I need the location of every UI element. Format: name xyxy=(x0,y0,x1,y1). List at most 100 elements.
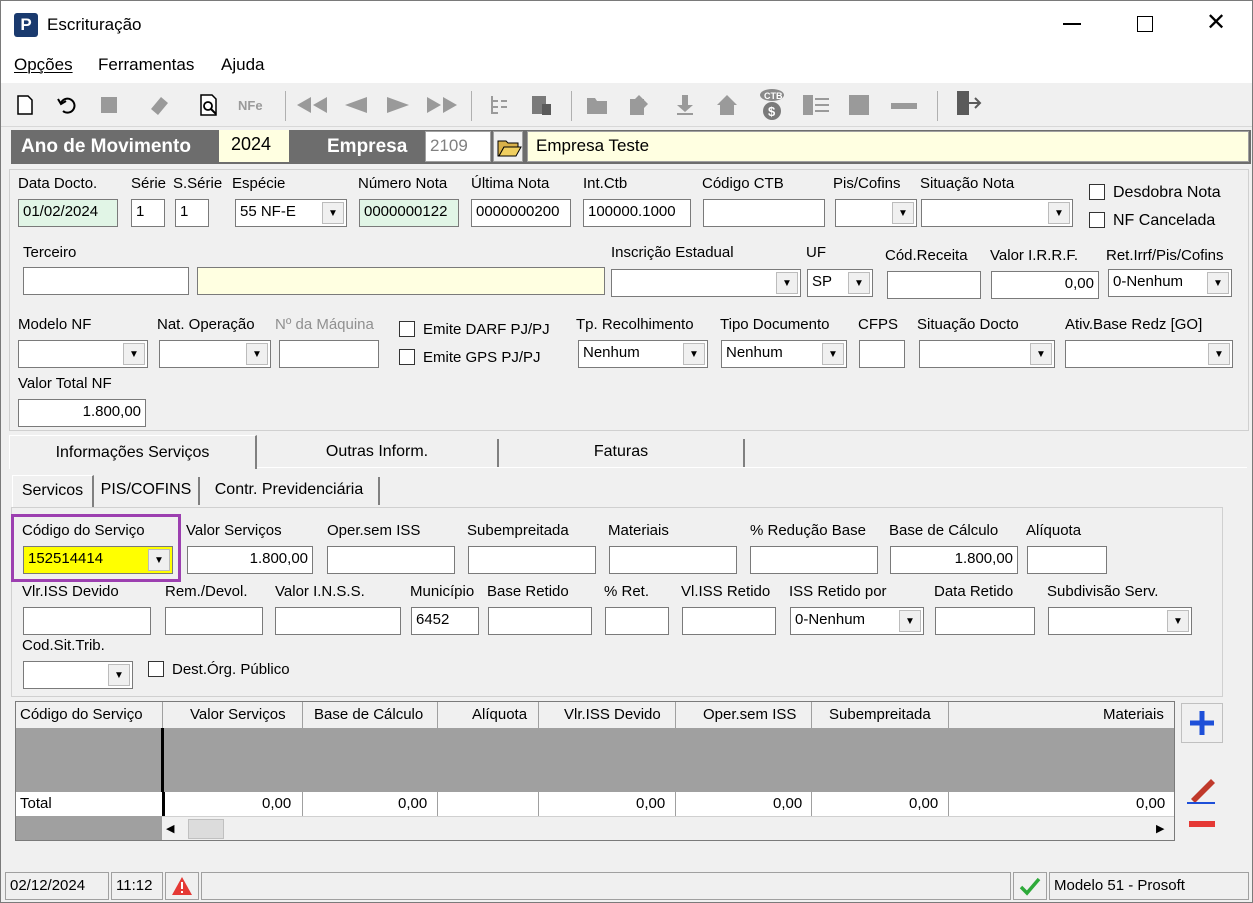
valor-irrf-field[interactable]: 0,00 xyxy=(991,271,1099,299)
cfps-field[interactable] xyxy=(859,340,905,368)
data-retido-field[interactable] xyxy=(935,607,1035,635)
minus-bar-icon[interactable] xyxy=(889,93,919,117)
terceiro-code-field[interactable] xyxy=(23,267,189,295)
pis-cofins-select[interactable]: ▼ xyxy=(835,199,917,227)
chevron-down-icon[interactable]: ▼ xyxy=(1030,343,1052,365)
dest-org-checkbox[interactable] xyxy=(148,661,164,677)
previous-record-icon[interactable] xyxy=(341,93,371,117)
vlr-iss-devido-field[interactable] xyxy=(23,607,151,635)
chevron-down-icon[interactable]: ▼ xyxy=(1208,343,1230,365)
stop-icon[interactable] xyxy=(97,93,121,117)
maximize-button[interactable] xyxy=(1137,16,1153,32)
print-preview-icon[interactable] xyxy=(197,93,221,117)
nat-operacao-select[interactable]: ▼ xyxy=(159,340,271,368)
codigo-servico-select[interactable]: 152514414 ▼ xyxy=(23,546,173,574)
municipio-field[interactable]: 6452 xyxy=(411,607,479,635)
chevron-down-icon[interactable]: ▼ xyxy=(1167,610,1189,632)
grid-col-base-calculo[interactable]: Base de Cálculo xyxy=(314,706,423,723)
ret-irrf-select[interactable]: 0-Nenhum ▼ xyxy=(1108,269,1232,297)
grid-col-materiais[interactable]: Materiais xyxy=(1103,706,1164,723)
oper-sem-iss-field[interactable] xyxy=(327,546,455,574)
data-docto-field[interactable]: 01/02/2024 xyxy=(18,199,118,227)
download-icon[interactable] xyxy=(673,93,697,117)
exit-door-icon[interactable] xyxy=(953,89,983,119)
servicos-grid[interactable]: Código do Serviço Valor Serviços Base de… xyxy=(15,701,1175,841)
chevron-down-icon[interactable]: ▼ xyxy=(899,610,921,632)
first-record-icon[interactable] xyxy=(295,93,329,117)
valor-inss-field[interactable] xyxy=(275,607,401,635)
close-button[interactable]: ✕ xyxy=(1206,11,1226,35)
grid-col-oper-sem-iss[interactable]: Oper.sem ISS xyxy=(703,706,796,723)
situacao-docto-select[interactable]: ▼ xyxy=(919,340,1055,368)
grid-col-codigo-servico[interactable]: Código do Serviço xyxy=(20,706,143,723)
desdobra-checkbox[interactable] xyxy=(1089,184,1105,200)
menu-ferramentas[interactable]: Ferramentas xyxy=(98,55,194,75)
especie-select[interactable]: 55 NF-E ▼ xyxy=(235,199,347,227)
subempreitada-field[interactable] xyxy=(468,546,596,574)
chevron-down-icon[interactable]: ▼ xyxy=(1207,272,1229,294)
scroll-thumb[interactable] xyxy=(188,819,224,839)
grid-col-aliquota[interactable]: Alíquota xyxy=(472,706,527,723)
aliquota-field[interactable] xyxy=(1027,546,1107,574)
edit-row-button[interactable] xyxy=(1181,771,1223,807)
last-record-icon[interactable] xyxy=(425,93,459,117)
grid-col-subempreitada[interactable]: Subempreitada xyxy=(829,706,931,723)
folder-icon[interactable] xyxy=(585,93,609,117)
cod-receita-field[interactable] xyxy=(887,271,981,299)
sserie-field[interactable]: 1 xyxy=(175,199,209,227)
add-row-button[interactable] xyxy=(1181,703,1223,743)
subtab-pis-cofins[interactable]: PIS/COFINS xyxy=(94,477,200,505)
ultima-nota-field[interactable]: 0000000200 xyxy=(471,199,571,227)
cod-sit-trib-select[interactable]: ▼ xyxy=(23,661,133,689)
codigo-ctb-field[interactable] xyxy=(703,199,825,227)
menu-ajuda[interactable]: Ajuda xyxy=(221,55,264,75)
situacao-nota-select[interactable]: ▼ xyxy=(921,199,1073,227)
empresa-code[interactable]: 2109 xyxy=(425,131,491,162)
subtab-contr-previdenciaria[interactable]: Contr. Previdenciária xyxy=(200,477,380,505)
ctb-money-icon[interactable]: CTB $ xyxy=(757,87,787,121)
chevron-down-icon[interactable]: ▼ xyxy=(848,272,870,294)
serie-field[interactable]: 1 xyxy=(131,199,165,227)
vl-iss-retido-field[interactable] xyxy=(682,607,776,635)
terceiro-name-field[interactable] xyxy=(197,267,605,295)
numero-nota-field[interactable]: 0000000122 xyxy=(359,199,459,227)
tab-informacoes-servicos[interactable]: Informações Serviços xyxy=(9,435,257,469)
minimize-button[interactable] xyxy=(1063,23,1081,25)
eraser-icon[interactable] xyxy=(147,93,171,117)
rem-devol-field[interactable] xyxy=(165,607,263,635)
tipo-documento-select[interactable]: Nenhum ▼ xyxy=(721,340,847,368)
base-calculo-field[interactable]: 1.800,00 xyxy=(890,546,1018,574)
chevron-down-icon[interactable]: ▼ xyxy=(123,343,145,365)
tab-outras-inform[interactable]: Outras Inform. xyxy=(257,439,499,467)
base-retido-field[interactable] xyxy=(488,607,592,635)
num-maquina-field[interactable] xyxy=(279,340,379,368)
chevron-down-icon[interactable]: ▼ xyxy=(1048,202,1070,224)
nfe-icon[interactable]: NFe xyxy=(237,93,267,117)
chevron-down-icon[interactable]: ▼ xyxy=(822,343,844,365)
chevron-down-icon[interactable]: ▼ xyxy=(683,343,705,365)
undo-icon[interactable] xyxy=(55,93,79,117)
materiais-field[interactable] xyxy=(609,546,737,574)
int-ctb-field[interactable]: 100000.1000 xyxy=(583,199,691,227)
emite-darf-checkbox[interactable] xyxy=(399,321,415,337)
next-record-icon[interactable] xyxy=(383,93,413,117)
calculator-icon[interactable] xyxy=(529,93,553,117)
remove-row-button[interactable] xyxy=(1181,811,1223,837)
emite-gps-checkbox[interactable] xyxy=(399,349,415,365)
box-icon[interactable] xyxy=(847,93,871,117)
chevron-down-icon[interactable]: ▼ xyxy=(776,272,798,294)
inscricao-select[interactable]: ▼ xyxy=(611,269,801,297)
chevron-down-icon[interactable]: ▼ xyxy=(246,343,268,365)
reducao-base-field[interactable] xyxy=(750,546,878,574)
uf-select[interactable]: SP ▼ xyxy=(807,269,873,297)
ano-value[interactable]: 2024 xyxy=(219,130,289,162)
iss-retido-por-select[interactable]: 0-Nenhum ▼ xyxy=(790,607,924,635)
modelo-nf-select[interactable]: ▼ xyxy=(18,340,148,368)
grid-col-vlr-iss-devido[interactable]: Vlr.ISS Devido xyxy=(564,706,661,723)
chevron-down-icon[interactable]: ▼ xyxy=(322,202,344,224)
house-icon[interactable] xyxy=(715,93,739,117)
new-document-icon[interactable] xyxy=(13,93,37,117)
grid-col-valor-servicos[interactable]: Valor Serviços xyxy=(190,706,286,723)
ativ-base-select[interactable]: ▼ xyxy=(1065,340,1233,368)
scroll-right-arrow-icon[interactable]: ▶ xyxy=(1156,822,1164,835)
